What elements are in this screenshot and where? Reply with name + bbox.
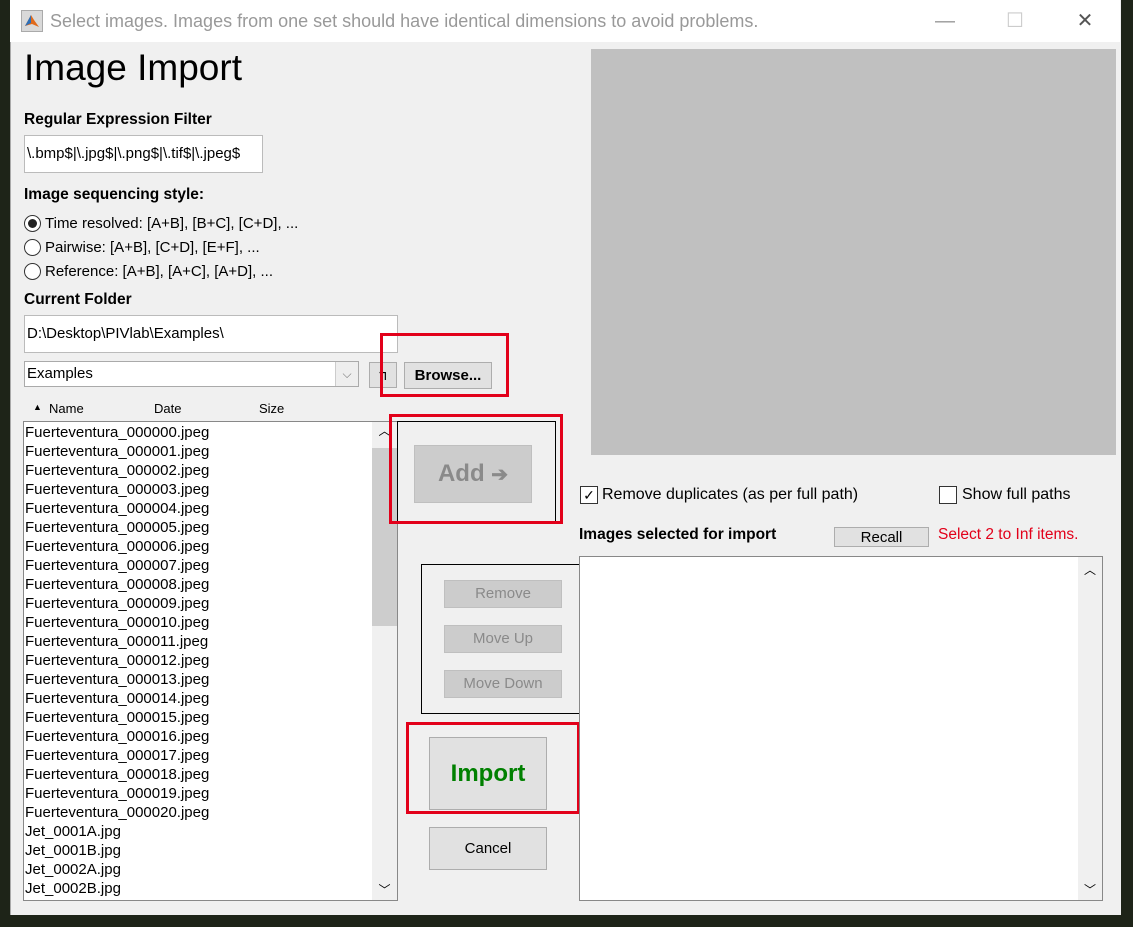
file-list-item[interactable]: Fuerteventura_000017.jpeg (24, 746, 397, 765)
file-list-item[interactable]: Fuerteventura_000016.jpeg (24, 727, 397, 746)
current-folder-input[interactable]: D:\Desktop\PIVlab\Examples\ (24, 315, 398, 353)
close-button[interactable]: ✕ (1068, 8, 1102, 34)
remove-duplicates-option[interactable]: ✓ Remove duplicates (as per full path) (580, 486, 858, 504)
file-list-item[interactable]: Fuerteventura_000006.jpeg (24, 537, 397, 556)
radio-label: Reference: [A+B], [A+C], [A+D], ... (45, 263, 274, 280)
file-list-item[interactable]: Fuerteventura_000015.jpeg (24, 708, 397, 727)
file-list-item[interactable]: Fuerteventura_000003.jpeg (24, 480, 397, 499)
radio-pairwise[interactable]: Pairwise: [A+B], [C+D], [E+F], ... (24, 239, 260, 256)
file-list[interactable]: Fuerteventura_000000.jpeg Fuerteventura_0… (23, 421, 398, 901)
radio-time-resolved[interactable]: Time resolved: [A+B], [B+C], [C+D], ... (24, 215, 298, 232)
matlab-logo-icon (21, 10, 43, 32)
column-header-date[interactable]: Date (154, 401, 181, 416)
radio-button-selected[interactable] (24, 215, 41, 232)
show-full-paths-option[interactable]: Show full paths (939, 486, 1071, 504)
sort-ascending-icon[interactable]: ▲ (33, 402, 42, 412)
move-up-button[interactable]: Move Up (444, 625, 562, 653)
highlight-box-browse (380, 333, 509, 397)
file-list-item[interactable]: Jet_0002B.jpg (24, 879, 397, 898)
scroll-down-icon[interactable]: ﹀ (372, 881, 397, 898)
selected-images-list[interactable]: ︿ ﹀ (579, 556, 1103, 901)
regex-label: Regular Expression Filter (24, 111, 212, 128)
folder-dropdown-value: Examples (27, 365, 93, 382)
window-title: Select images. Images from one set shoul… (50, 11, 759, 31)
current-folder-label: Current Folder (24, 291, 132, 308)
file-list-item[interactable]: Fuerteventura_000012.jpeg (24, 651, 397, 670)
file-list-item[interactable]: Fuerteventura_000002.jpeg (24, 461, 397, 480)
file-list-item[interactable]: Fuerteventura_000001.jpeg (24, 442, 397, 461)
file-list-item[interactable]: Fuerteventura_000020.jpeg (24, 803, 397, 822)
file-list-item[interactable]: Fuerteventura_000008.jpeg (24, 575, 397, 594)
file-list-item[interactable]: Fuerteventura_000004.jpeg (24, 499, 397, 518)
selection-status: Select 2 to Inf items. (938, 526, 1079, 543)
page-title: Image Import (24, 47, 242, 88)
chevron-down-icon: ⌵ (335, 362, 358, 386)
highlight-box-add (389, 414, 563, 524)
file-list-item[interactable]: Fuerteventura_000000.jpeg (24, 423, 397, 442)
radio-reference[interactable]: Reference: [A+B], [A+C], [A+D], ... (24, 263, 273, 280)
move-down-button[interactable]: Move Down (444, 670, 562, 698)
file-list-item[interactable]: Fuerteventura_000019.jpeg (24, 784, 397, 803)
cancel-button[interactable]: Cancel (429, 827, 547, 870)
scroll-down-icon[interactable]: ﹀ (1078, 881, 1102, 898)
file-list-item[interactable]: Fuerteventura_000009.jpeg (24, 594, 397, 613)
radio-label: Pairwise: [A+B], [C+D], [E+F], ... (45, 239, 260, 256)
sequencing-label: Image sequencing style: (24, 186, 205, 203)
radio-label: Time resolved: [A+B], [B+C], [C+D], ... (45, 215, 299, 232)
file-list-item[interactable]: Jet_0002A.jpg (24, 860, 397, 879)
regex-filter-input[interactable]: \.bmp$|\.jpg$|\.png$|\.tif$|\.jpeg$ (24, 135, 263, 173)
file-list-item[interactable]: Fuerteventura_000011.jpeg (24, 632, 397, 651)
file-list-item[interactable]: Fuerteventura_000005.jpeg (24, 518, 397, 537)
column-header-name[interactable]: Name (49, 401, 84, 416)
folder-dropdown[interactable]: Examples ⌵ (24, 361, 359, 387)
file-list-item[interactable]: Fuerteventura_000018.jpeg (24, 765, 397, 784)
column-header-size[interactable]: Size (259, 401, 284, 416)
selected-list-scrollbar[interactable]: ︿ ﹀ (1078, 557, 1102, 900)
checkbox-unchecked-icon[interactable] (939, 486, 957, 504)
file-list-item[interactable]: Fuerteventura_000014.jpeg (24, 689, 397, 708)
recall-button[interactable]: Recall (834, 527, 929, 547)
scroll-up-icon[interactable]: ︿ (1078, 561, 1102, 578)
radio-button[interactable] (24, 239, 41, 256)
checkbox-checked-icon[interactable]: ✓ (580, 486, 598, 504)
selected-images-label: Images selected for import (579, 526, 777, 543)
file-list-item[interactable]: Fuerteventura_000007.jpeg (24, 556, 397, 575)
highlight-box-import (406, 722, 580, 814)
file-list-item[interactable]: Jet_0001A.jpg (24, 822, 397, 841)
file-list-item[interactable]: Fuerteventura_000010.jpeg (24, 613, 397, 632)
file-list-item[interactable]: Jet_0001B.jpg (24, 841, 397, 860)
remove-duplicates-label: Remove duplicates (as per full path) (602, 486, 859, 503)
image-preview (591, 49, 1116, 455)
minimize-button[interactable]: — (928, 8, 962, 34)
maximize-button[interactable]: ☐ (998, 8, 1032, 34)
radio-button[interactable] (24, 263, 41, 280)
file-list-item[interactable]: Fuerteventura_000013.jpeg (24, 670, 397, 689)
show-full-paths-label: Show full paths (962, 486, 1071, 503)
remove-button[interactable]: Remove (444, 580, 562, 608)
